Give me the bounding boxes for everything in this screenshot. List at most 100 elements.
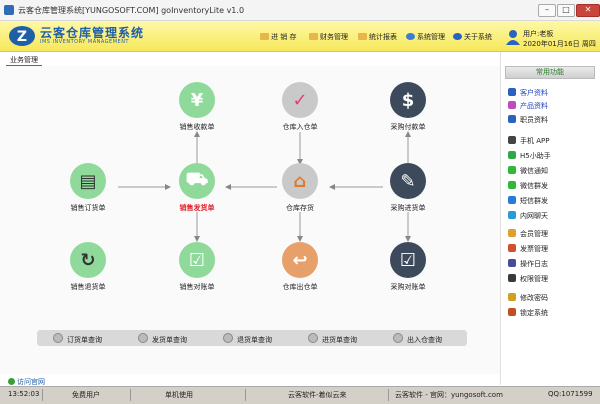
payment-bag-icon[interactable]: $	[390, 82, 426, 118]
sidebar-item-label: 锁定系统	[520, 309, 548, 317]
customers-icon	[508, 88, 516, 96]
user-icon	[506, 30, 520, 45]
business-flow-panel: ¥ 销售收款单 ✓ 仓库入仓单 $ 采购付款单 ▤ 销售订货单 ⛟ 销售发货单 …	[0, 66, 500, 374]
log-icon	[508, 259, 516, 267]
invoice-icon	[508, 244, 516, 252]
close-button[interactable]: ✕	[576, 4, 600, 17]
checklist-icon[interactable]: ☑	[179, 242, 215, 278]
svg-text:Z: Z	[17, 29, 27, 45]
sidebar-item-label: 会员管理	[520, 230, 548, 238]
node-label: 销售订货单	[70, 204, 106, 212]
node-sales-statement[interactable]: ☑ 销售对账单	[167, 242, 227, 292]
sidebar-item[interactable]: 锁定系统	[508, 308, 548, 318]
node-purchase-payment[interactable]: $ 采购付款单	[378, 82, 438, 132]
sms-icon	[508, 196, 516, 204]
sidebar-item[interactable]: H5小助手	[508, 151, 551, 161]
check-circle-icon	[508, 151, 516, 159]
menu-label: 系统管理	[417, 33, 445, 41]
status-separator	[130, 389, 131, 401]
checklist-icon[interactable]: ☑	[390, 242, 426, 278]
query-return-button[interactable]: 退货单查询	[223, 333, 272, 345]
return-box-icon[interactable]: ↩	[282, 242, 318, 278]
query-inout-button[interactable]: 出入仓查询	[393, 333, 442, 345]
sidebar-item[interactable]: 微信群发	[508, 181, 548, 191]
yen-icon[interactable]: ¥	[179, 82, 215, 118]
menu-reports[interactable]: 统计报表	[358, 32, 397, 42]
sidebar-item-label: 权限管理	[520, 275, 548, 283]
node-sales-order[interactable]: ▤ 销售订货单	[58, 163, 118, 213]
window-titlebar: 云客仓库管理系统[YUNGOSOFT.COM] goInventoryLite …	[0, 0, 600, 21]
sidebar-item[interactable]: 职员资料	[508, 115, 548, 125]
node-sales-return[interactable]: ↻ 销售退货单	[58, 242, 118, 292]
node-label: 采购付款单	[390, 123, 426, 131]
node-warehouse-stock[interactable]: ⌂ 仓库存货	[270, 163, 330, 213]
sidebar-item[interactable]: 短信群发	[508, 196, 548, 206]
sidebar-item-label: 微信群发	[520, 182, 548, 190]
brand-subtitle: IMS INVENTORY MANAGEMENT	[40, 39, 129, 45]
sidebar-item-label: 产品资料	[520, 102, 548, 110]
sidebar-item[interactable]: 权限管理	[508, 274, 548, 284]
node-purchase-statement[interactable]: ☑ 采购对账单	[378, 242, 438, 292]
node-sales-delivery[interactable]: ⛟ 销售发货单	[167, 163, 227, 213]
folder-icon	[358, 33, 367, 40]
sidebar-item-label: 发票管理	[520, 245, 548, 253]
home-icon[interactable]: ⌂	[282, 163, 318, 199]
app-icon	[4, 5, 14, 15]
maximize-button[interactable]: □	[557, 4, 575, 17]
node-label: 仓库出仓单	[282, 283, 318, 291]
lock-icon	[508, 308, 516, 316]
window-title: 云客仓库管理系统[YUNGOSOFT.COM] goInventoryLite …	[18, 6, 245, 15]
menu-jinxiaocun[interactable]: 进 销 存	[260, 32, 296, 42]
sidebar-item[interactable]: 内网聊天	[508, 211, 548, 221]
user-info: 用户:老板 2020年01月16日 周四	[505, 25, 597, 49]
status-separator	[42, 389, 43, 401]
menu-system[interactable]: 系统管理	[406, 32, 445, 42]
staff-icon	[508, 115, 516, 123]
clipboard-icon[interactable]: ▤	[70, 163, 106, 199]
node-label: 销售发货单	[179, 204, 215, 212]
status-time: 13:52:03	[8, 390, 40, 398]
search-icon	[308, 333, 318, 343]
node-sales-receipt[interactable]: ¥ 销售收款单	[167, 82, 227, 132]
chat-icon	[508, 211, 516, 219]
sidebar-item[interactable]: 产品资料	[508, 101, 548, 111]
query-bar: 订货单查询 发货单查询 退货单查询 进货单查询 出入仓查询	[37, 330, 467, 346]
settings-icon	[406, 33, 415, 40]
brand-logo-icon: Z	[9, 26, 35, 46]
delivery-truck-icon[interactable]: ⛟	[179, 163, 215, 199]
sidebar-item-label: 内网聊天	[520, 212, 548, 220]
query-order-button[interactable]: 订货单查询	[53, 333, 102, 345]
refresh-icon[interactable]: ↻	[70, 242, 106, 278]
sidebar-item-label: 客户资料	[520, 89, 548, 97]
sidebar-item[interactable]: 手机 APP	[508, 136, 549, 146]
sidebar-item-label: H5小助手	[520, 152, 551, 160]
node-stock-out[interactable]: ↩ 仓库出仓单	[270, 242, 330, 292]
sidebar-item[interactable]: 会员管理	[508, 229, 548, 239]
search-icon	[223, 333, 233, 343]
menu-label: 进 销 存	[271, 33, 297, 41]
sidebar-item-label: 短信群发	[520, 197, 548, 205]
sidebar-item[interactable]: 发票管理	[508, 244, 548, 254]
sidebar-item-label: 操作日志	[520, 260, 548, 268]
node-stock-in[interactable]: ✓ 仓库入仓单	[270, 82, 330, 132]
sidebar-title: 常用功能	[505, 66, 595, 79]
query-purchase-button[interactable]: 进货单查询	[308, 333, 357, 345]
checked-calendar-icon[interactable]: ✓	[282, 82, 318, 118]
sidebar-item[interactable]: 微信通知	[508, 166, 548, 176]
menu-about[interactable]: 关于系统	[453, 32, 492, 42]
minimize-button[interactable]: –	[538, 4, 556, 17]
sidebar-item[interactable]: 客户资料	[508, 88, 548, 98]
wechat-icon	[508, 181, 516, 189]
globe-icon	[8, 378, 15, 385]
status-bar: 13:52:03 免费用户 单机使用 云客软件-着似云来 云客软件 - 官网：y…	[0, 386, 600, 404]
menu-label: 关于系统	[464, 33, 492, 41]
query-label: 出入仓查询	[407, 336, 442, 344]
sidebar-item[interactable]: 操作日志	[508, 259, 548, 269]
query-delivery-button[interactable]: 发货单查询	[138, 333, 187, 345]
folder-icon	[260, 33, 269, 40]
sidebar-item[interactable]: 修改密码	[508, 293, 548, 303]
node-purchase-in[interactable]: ✎ 采购进货单	[378, 163, 438, 213]
signed-document-icon[interactable]: ✎	[390, 163, 426, 199]
menu-finance[interactable]: 财务管理	[309, 32, 348, 42]
status-slogan: 云客软件-着似云来	[288, 391, 347, 399]
